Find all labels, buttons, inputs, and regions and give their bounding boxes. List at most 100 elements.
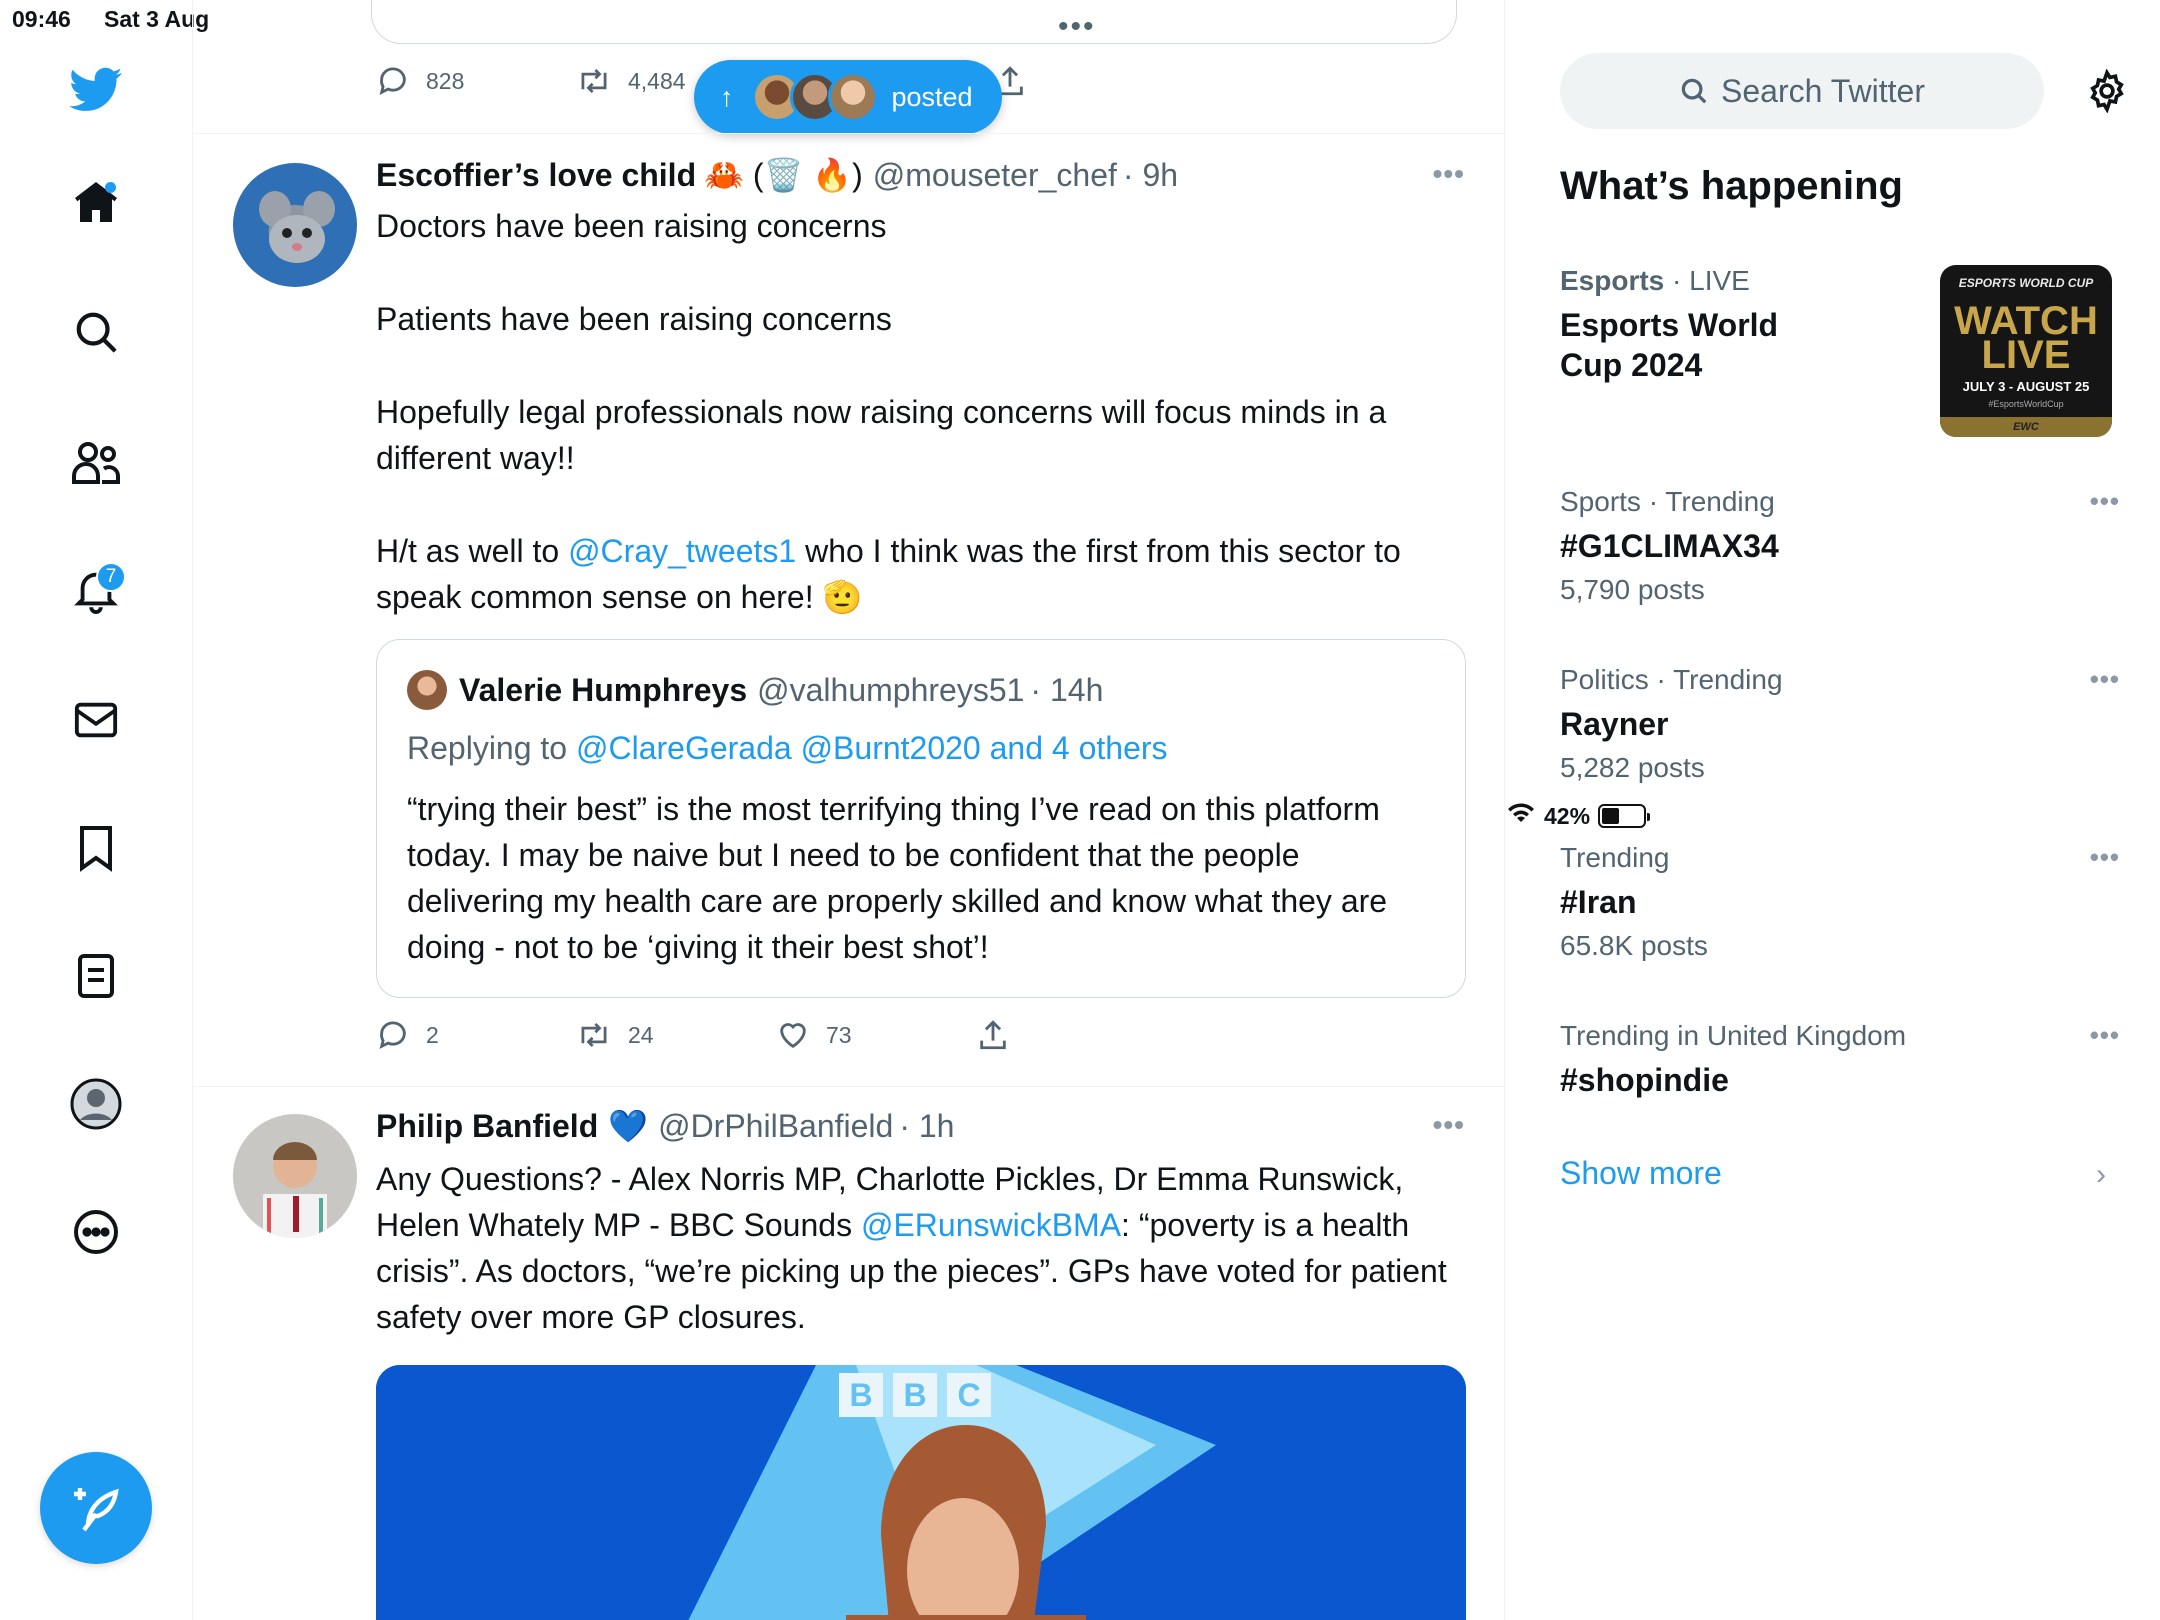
esports-image-dates: JULY 3 - AUGUST 25 [1962,379,2090,394]
left-nav: 7 [0,0,193,1620]
tweet-line: Hopefully legal professionals now raisin… [376,394,1387,476]
twitter-logo-icon[interactable] [66,60,126,120]
quoted-tweet-header: Valerie Humphreys @valhumphreys51 · 14h [407,670,1103,710]
tweet-time[interactable]: · 1h [899,1108,954,1145]
trend-item[interactable]: Politics · Trending Rayner 5,282 posts •… [1560,664,2120,784]
trend-title: #shopindie [1560,1062,1729,1098]
bbc-logo-block: B [839,1373,883,1417]
new-posts-label: posted [891,81,973,112]
share-icon [980,1020,1006,1050]
trend-title: #Iran [1560,884,1637,920]
tweet-body: Any Questions? - Alex Norris MP, Charlot… [376,1156,1466,1340]
tweet[interactable]: Philip Banfield 💙 @DrPhilBanfield · 1h •… [193,1087,1505,1620]
search-box[interactable]: Search Twitter [1560,53,2044,129]
trend-post-count: 5,790 posts [1560,574,1705,605]
avatar[interactable] [233,1114,357,1238]
trend-category: Politics · Trending [1560,664,1783,695]
notifications-icon[interactable]: 7 [66,560,126,620]
share-button[interactable] [976,1018,1010,1052]
profile-icon[interactable] [66,1074,126,1134]
like-button[interactable]: 73 [776,1018,852,1052]
mention-link[interactable]: @ERunswickBMA [861,1207,1121,1243]
like-count: 73 [826,1021,852,1048]
bbc-logo: B B C [839,1373,991,1417]
replying-to-links[interactable]: @ClareGerada @Burnt2020 and 4 others [576,730,1168,766]
retweet-count: 4,484 [628,67,686,94]
compose-tweet-button[interactable] [40,1452,152,1564]
more-options-icon[interactable]: ••• [1433,1109,1465,1141]
notifications-badge: 7 [96,562,126,592]
more-options-icon[interactable] [66,1202,126,1262]
messages-icon[interactable] [66,690,126,750]
trend-more-icon[interactable]: ••• [2090,664,2120,695]
tweet-body: Doctors have been raising concerns Patie… [376,203,1466,620]
search-placeholder: Search Twitter [1721,72,1925,109]
more-options-icon[interactable]: ••• [1433,158,1465,190]
tweet-media-image[interactable]: B B C [376,1365,1466,1620]
reply-button[interactable]: 2 [376,1018,439,1052]
retweet-button[interactable]: 4,484 [576,64,686,98]
window-handle-icon[interactable]: ••• [1058,10,1096,44]
tweet-line: H/t as well to @Cray_tweets1 who I think… [376,528,1466,620]
avatar [407,670,447,710]
new-posts-pill[interactable]: ↑ posted [694,60,1002,134]
author-handle[interactable]: @DrPhilBanfield [658,1108,893,1145]
esports-image-top: ESPORTS WORLD CUP [1958,276,2094,290]
timeline: ••• 828 4,484 ↑ posted Escoffier’s love … [193,0,1505,1620]
trend-category: Sports · Trending [1560,486,1775,517]
home-icon[interactable] [66,172,126,232]
replying-to-prefix: Replying to [407,730,576,766]
search-icon [1681,78,1707,104]
quoted-tweet[interactable]: Valerie Humphreys @valhumphreys51 · 14h … [376,639,1466,998]
esports-thumbnail-image[interactable]: ESPORTS WORLD CUP WATCH LIVE JULY 3 - AU… [1940,265,2112,437]
trend-more-icon[interactable]: ••• [2090,842,2120,873]
show-more-link[interactable]: Show more [1560,1155,1722,1192]
lists-icon[interactable] [66,946,126,1006]
reply-icon [379,67,406,96]
search-icon[interactable] [66,302,126,362]
bbc-logo-block: B [893,1373,937,1417]
tweet-line: Patients have been raising concerns [376,301,892,337]
settings-gear-icon[interactable] [2076,60,2138,122]
avatar[interactable] [233,163,357,287]
tweet[interactable]: Escoffier’s love child 🦀 (🗑️ 🔥) @mousete… [193,134,1505,1086]
quoted-tweet-time: · 14h [1030,671,1104,708]
tweet-text-segment: H/t as well to [376,533,569,569]
author-name[interactable]: Philip Banfield [376,1108,598,1145]
trend-item[interactable]: Trending in United Kingdom #shopindie ••… [1560,1020,2120,1100]
reply-count: 2 [426,1021,439,1048]
quoted-author-handle: @valhumphreys51 [757,671,1025,708]
tweet-time[interactable]: · 9h [1123,157,1178,194]
retweet-icon [581,1022,607,1048]
tweet-line: Doctors have been raising concerns [376,208,887,244]
retweet-button[interactable]: 24 [576,1018,654,1052]
quoted-tweet-text: “trying their best” is the most terrifyi… [407,791,1388,965]
author-name[interactable]: Escoffier’s love child [376,157,696,194]
esports-image-tag: #EsportsWorldCup [1988,399,2064,409]
chevron-right-icon: › [2096,1158,2106,1191]
mention-link[interactable]: @Cray_tweets1 [568,533,796,569]
author-handle[interactable]: @mouseter_chef [873,157,1117,194]
bookmarks-icon[interactable] [66,818,126,878]
bbc-logo-block: C [947,1373,991,1417]
reply-icon [379,1021,406,1050]
esports-image-strip: EWC [1940,417,2112,437]
trend-item[interactable]: Trending #Iran 65.8K posts ••• [1560,842,2120,962]
trend-category: Trending in United Kingdom [1560,1020,1907,1051]
trend-more-icon[interactable]: ••• [2090,486,2120,517]
author-name-emojis: 🦀 (🗑️ 🔥) [704,157,863,193]
trend-item[interactable]: Sports · Trending #G1CLIMAX34 5,790 post… [1560,486,2120,606]
whats-happening-heading: What’s happening [1560,164,1903,208]
reply-button[interactable]: 828 [376,64,464,98]
retweet-count: 24 [628,1021,654,1048]
trend-more-icon[interactable]: ••• [2090,1020,2120,1051]
trend-title: #G1CLIMAX34 [1560,528,1779,564]
avatar [827,72,878,122]
trend-post-count: 65.8K posts [1560,930,1708,961]
communities-icon[interactable] [66,432,126,492]
quoted-author-name: Valerie Humphreys [459,671,748,708]
new-posts-avatars [751,72,878,122]
esports-image-main2: LIVE [1981,333,2071,377]
tweet-header: Philip Banfield 💙 @DrPhilBanfield · 1h [376,1107,954,1145]
trend-post-count: 5,282 posts [1560,752,1705,783]
